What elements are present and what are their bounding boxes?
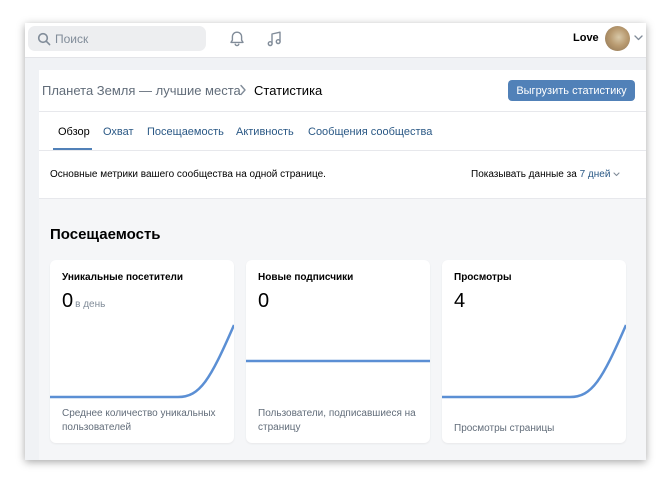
stat-sparkline (442, 324, 626, 399)
period-selector[interactable]: Показывать данные за 7 дней (471, 169, 620, 180)
tab-attendance[interactable]: Посещаемость (147, 126, 224, 138)
tab-community-messages[interactable]: Сообщения сообщества (308, 126, 432, 138)
browser-window: Love Планета Земля — лучшие места Статис… (25, 23, 646, 460)
attendance-section: Посещаемость Уникальные посетители 0в де… (39, 199, 646, 460)
stat-unit: в день (75, 299, 106, 310)
stat-value: 0 (258, 290, 269, 313)
stat-value: 0в день (62, 290, 105, 313)
search-input[interactable] (55, 29, 195, 48)
music-note-icon[interactable] (265, 30, 283, 48)
statistics-card: Планета Земля — лучшие места Статистика … (39, 70, 646, 460)
stat-sparkline (50, 324, 234, 399)
stat-title: Просмотры (454, 272, 512, 283)
search-icon (37, 32, 51, 46)
stat-card-views[interactable]: Просмотры 4 Просмотры страницы (442, 260, 626, 443)
tab-reach[interactable]: Охват (103, 126, 134, 138)
stat-description: Просмотры страницы (454, 423, 555, 434)
tab-activity[interactable]: Активность (236, 126, 294, 138)
stat-card-unique-visitors[interactable]: Уникальные посетители 0в день Среднее ко… (50, 260, 234, 443)
stat-description: Среднее количество уникальных пользовате… (62, 408, 216, 433)
period-value-link[interactable]: 7 дней (580, 169, 611, 180)
search-box[interactable] (28, 26, 206, 51)
stat-number: 4 (454, 290, 466, 312)
breadcrumb-community[interactable]: Планета Земля — лучшие места (42, 83, 241, 98)
user-name[interactable]: Love (573, 32, 599, 44)
period-label: Показывать данные за (471, 169, 577, 180)
chevron-down-icon[interactable] (634, 35, 643, 41)
info-row: Основные метрики вашего сообщества на од… (39, 151, 646, 199)
stat-title: Новые подписчики (258, 272, 354, 283)
page-title: Статистика (254, 83, 323, 98)
page-header: Планета Земля — лучшие места Статистика … (39, 70, 646, 112)
section-title: Посещаемость (50, 226, 161, 243)
stat-title: Уникальные посетители (62, 272, 184, 283)
tab-bar: Обзор Охват Посещаемость Активность Сооб… (39, 112, 646, 151)
page-description: Основные метрики вашего сообщества на од… (50, 169, 326, 180)
stat-description: Пользователи, подписавшиеся на страницу (258, 408, 416, 433)
stat-number: 0 (258, 290, 270, 312)
top-bar: Love (25, 23, 646, 58)
stat-sparkline (246, 359, 430, 363)
stat-card-new-subscribers[interactable]: Новые подписчики 0 Пользователи, подписа… (246, 260, 430, 443)
stat-number: 0 (62, 290, 74, 312)
notifications-bell-icon[interactable] (228, 30, 246, 48)
chevron-down-icon[interactable] (613, 172, 620, 177)
chevron-right-icon (240, 84, 246, 96)
user-avatar[interactable] (605, 26, 630, 51)
tab-overview[interactable]: Обзор (58, 126, 90, 138)
active-tab-indicator (53, 148, 92, 150)
export-statistics-button[interactable]: Выгрузить статистику (508, 80, 635, 101)
stat-value: 4 (454, 290, 465, 313)
